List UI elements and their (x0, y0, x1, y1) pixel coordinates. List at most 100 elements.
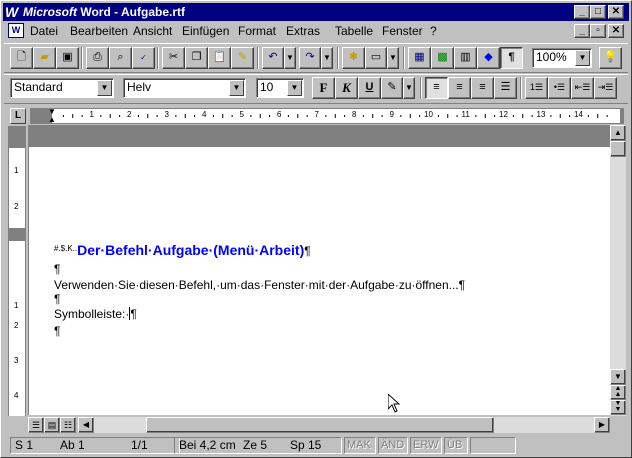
menu-datei[interactable]: Datei (30, 24, 58, 38)
align-left-icon[interactable]: ≡ (425, 77, 448, 99)
decrease-indent-icon[interactable]: ⇤☰ (571, 77, 594, 99)
window-title: Microsoft Word - Aufgabe.rtf (23, 4, 185, 20)
print-icon[interactable]: ⎙ (86, 47, 109, 69)
undo-dropdown-icon[interactable]: ▼ (284, 47, 296, 69)
status-mak[interactable]: MAK (344, 437, 376, 454)
cut-icon[interactable]: ✂ (162, 47, 185, 69)
status-erw[interactable]: ERW (410, 437, 442, 454)
menu-format[interactable]: Format (238, 24, 276, 38)
title-bar[interactable]: W Microsoft Word - Aufgabe.rtf _ □ ✕ (3, 3, 629, 21)
bold-icon[interactable]: F (312, 77, 335, 99)
status-ub[interactable]: ÜB (444, 437, 468, 454)
menu-extras[interactable]: Extras (286, 24, 320, 38)
font-size-select[interactable]: 10 ▼ (256, 78, 304, 98)
chevron-down-icon[interactable]: ▼ (229, 80, 244, 96)
empty-paragraph[interactable]: ¶ (54, 262, 60, 276)
numbered-list-icon[interactable]: 1☰ (525, 77, 548, 99)
align-center-icon[interactable]: ≡ (448, 77, 471, 99)
body-paragraph[interactable]: Verwenden·Sie·diesen·Befehl,·um·das·Fens… (54, 278, 465, 292)
menu-help[interactable]: ? (430, 24, 437, 38)
style-select[interactable]: Standard ▼ (10, 78, 114, 98)
print-preview-icon[interactable]: ⌕ (109, 47, 132, 69)
show-formatting-icon[interactable]: ¶ (500, 47, 523, 69)
save-icon[interactable]: ▣ (56, 47, 79, 69)
font-select[interactable]: Helv ▼ (123, 78, 246, 98)
empty-paragraph[interactable]: ¶ (54, 292, 60, 306)
toolbar-label-line[interactable]: Symbolleiste:·¶ (54, 307, 137, 321)
ruler-number: 11 (461, 110, 470, 119)
scroll-left-button[interactable]: ◀ (78, 417, 94, 433)
insert-address-icon[interactable]: ▭ (365, 47, 387, 69)
horizontal-scroll-thumb[interactable] (146, 417, 494, 433)
indent-marker-icon[interactable]: ▼ ▲ (48, 108, 56, 124)
bullet-list-icon[interactable]: •☰ (548, 77, 571, 99)
page-layout-view-icon[interactable]: ▤ (44, 417, 60, 433)
columns-icon[interactable]: ▥ (454, 47, 477, 69)
italic-icon[interactable]: K (335, 77, 358, 99)
open-folder-icon[interactable]: ▰ (33, 47, 56, 69)
horizontal-ruler[interactable]: ▼ ▲ 1 2 3 4 5 6 7 8 9 10 11 12 13 14 (30, 108, 624, 124)
underline-icon[interactable]: U (358, 77, 381, 99)
redo-dropdown-icon[interactable]: ▼ (321, 47, 333, 69)
undo-icon[interactable]: ↶ (262, 47, 284, 69)
minimize-button[interactable]: _ (574, 5, 590, 19)
spellcheck-icon[interactable]: ✓ (132, 47, 155, 69)
menu-bearbeiten[interactable]: Bearbeiten (70, 24, 128, 38)
tab-selector-icon[interactable]: L (10, 108, 26, 124)
heading-pilcrow: ¶ (304, 244, 311, 258)
increase-indent-icon[interactable]: ⇥☰ (594, 77, 617, 99)
autotext-icon[interactable]: ✱ (342, 47, 365, 69)
doc-close-button[interactable]: ✕ (608, 24, 624, 38)
menu-ansicht[interactable]: Ansicht (133, 24, 172, 38)
ruler-number: 2 (127, 110, 132, 119)
previous-page-button[interactable]: ▲ ▲ (610, 385, 626, 400)
next-page-button[interactable]: ▼ ▼ (610, 400, 626, 415)
insert-table-icon[interactable]: ▦ (408, 47, 431, 69)
menu-einfuegen[interactable]: Einfügen (182, 24, 229, 38)
title-rest: Word - Aufgabe.rtf (77, 5, 185, 19)
highlight-dropdown-icon[interactable]: ▼ (403, 77, 415, 99)
menu-tabelle[interactable]: Tabelle (335, 24, 373, 38)
align-right-icon[interactable]: ≡ (471, 77, 494, 99)
outline-view-icon[interactable]: ☷ (60, 417, 76, 433)
zoom-select[interactable]: 100% ▼ (532, 48, 592, 68)
chevron-down-icon[interactable]: ▼ (575, 50, 590, 66)
status-and[interactable]: ÄND (378, 437, 408, 454)
close-button[interactable]: ✕ (608, 5, 624, 19)
ruler-ticks (62, 114, 608, 118)
chevron-down-icon[interactable]: ▼ (97, 80, 112, 96)
scroll-thumb[interactable] (610, 141, 626, 157)
copy-icon[interactable]: ❐ (185, 47, 208, 69)
empty-paragraph[interactable]: ¶ (54, 324, 60, 338)
doc-restore-button[interactable]: ▫ (590, 24, 606, 38)
address-dropdown-icon[interactable]: ▼ (387, 47, 399, 69)
ruler-number: 10 (424, 110, 433, 119)
format-painter-icon[interactable]: ✎ (231, 47, 254, 69)
word-app-icon[interactable]: W (5, 4, 21, 20)
maximize-button[interactable]: □ (590, 5, 606, 19)
toolbar-label: Symbolleiste:· (54, 307, 130, 321)
normal-view-icon[interactable]: ☰ (28, 417, 44, 433)
style-value: Standard (14, 80, 63, 94)
insert-excel-icon[interactable]: ▩ (431, 47, 454, 69)
chevron-down-icon[interactable]: ▼ (287, 80, 302, 96)
vertical-ruler[interactable]: 1 2 1 2 3 4 (8, 126, 26, 416)
ruler-number: 14 (574, 110, 583, 119)
assistant-icon[interactable]: 💡 (599, 47, 622, 69)
new-file-icon[interactable]: 🗋 (10, 47, 33, 69)
menu-fenster[interactable]: Fenster (382, 24, 423, 38)
doc-minimize-button[interactable]: _ (574, 24, 590, 38)
document-icon[interactable]: W (8, 23, 24, 38)
redo-icon[interactable]: ↷ (299, 47, 321, 69)
highlight-icon[interactable]: ✎ (381, 77, 403, 99)
heading-line[interactable]: #.$.K..Der·Befehl·Aufgabe·(Menü·Arbeit)¶ (54, 242, 311, 258)
scroll-up-button[interactable]: ▲ (610, 125, 626, 141)
drawing-icon[interactable]: ◆ (477, 47, 500, 69)
paste-icon[interactable]: 📋 (208, 47, 231, 69)
justify-icon[interactable]: ☰ (494, 77, 517, 99)
horizontal-scrollbar[interactable]: ◀ ▶ (78, 417, 610, 433)
vertical-scrollbar[interactable]: ▲ ▼ ▲ ▲ ▼ ▼ (610, 125, 626, 416)
scroll-right-button[interactable]: ▶ (594, 417, 610, 433)
status-position-value: Bei 4,2 cm (179, 438, 236, 452)
scroll-down-button[interactable]: ▼ (610, 369, 626, 385)
